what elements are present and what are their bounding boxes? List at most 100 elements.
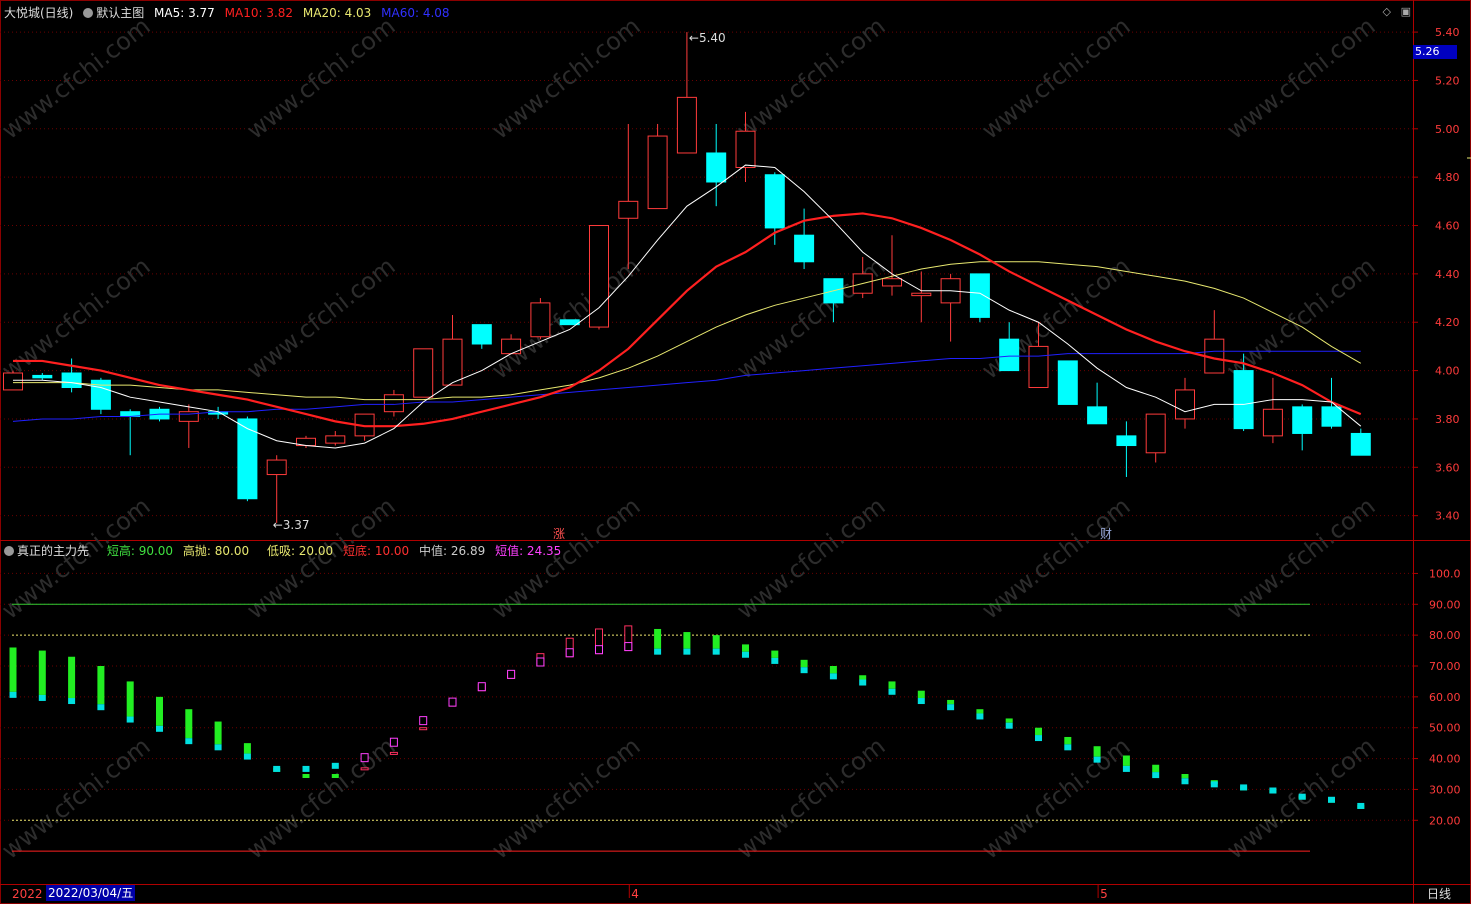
indicator-cap-down [1357, 802, 1365, 809]
watermark-text: www.cfchi.com [486, 732, 645, 865]
candle-down[interactable] [1116, 435, 1137, 447]
price-tick-label: 4.40 [1435, 268, 1460, 281]
candle-down[interactable] [61, 372, 82, 389]
indicator-cap-down [1210, 781, 1218, 788]
indicator-cap-down [683, 648, 691, 655]
candle-down[interactable] [1057, 360, 1078, 405]
watermark-text: www.cfchi.com [731, 12, 890, 145]
indicator-name[interactable]: 真正的主力先 [17, 544, 89, 558]
indicator-cap-up [448, 697, 457, 707]
candle-down[interactable] [1350, 432, 1371, 456]
candle-up[interactable] [647, 135, 668, 210]
indicator-bar-down [243, 743, 251, 754]
indicator-bar-down [185, 709, 193, 739]
watermark-text: www.cfchi.com [241, 732, 400, 865]
ind-tick-label: 90.00 [1429, 598, 1461, 611]
low-annotation: ←3.37 [273, 518, 310, 532]
candle-down[interactable] [764, 174, 785, 229]
indicator-cap-down [888, 688, 896, 695]
candle-up[interactable] [530, 302, 551, 338]
ind-tick-label: 20.00 [1429, 814, 1461, 827]
indicator-header: 真正的主力先 短高: 90.00 高抛: 80.00 低吸: 20.00 短底:… [4, 542, 567, 559]
candle-up[interactable] [1175, 389, 1195, 420]
stock-title[interactable]: 大悦城(日线) [4, 6, 73, 20]
indicator-cap-down [126, 716, 134, 723]
indicator-cap-down [1152, 772, 1160, 779]
indicator-bar-down [1152, 764, 1160, 773]
indicator-cap-up [536, 657, 545, 667]
high-throw-legend: 高抛: 80.00 [182, 544, 250, 558]
candle-down[interactable] [1233, 370, 1254, 430]
price-tick-label: 5.40 [1435, 26, 1460, 39]
diamond-icon[interactable]: ◇ [1383, 5, 1391, 18]
watermark-text: www.cfchi.com [0, 12, 155, 145]
candle-down[interactable] [1292, 406, 1313, 434]
period-button[interactable]: 日线 [1427, 886, 1451, 902]
candle-down[interactable] [32, 374, 53, 379]
indicator-cap-down [1298, 793, 1306, 800]
candle-up[interactable] [3, 372, 23, 391]
indicator-cap-down [1240, 784, 1248, 791]
candle-up[interactable] [1145, 413, 1166, 454]
indicator-bar-down [1181, 774, 1189, 779]
indicator-settings-icon[interactable] [4, 546, 14, 556]
candle-up[interactable] [676, 96, 697, 154]
candle-down[interactable] [794, 234, 815, 263]
price-tick-label: 3.40 [1435, 510, 1460, 523]
window-toggle-icon[interactable]: ▣ [1401, 5, 1411, 18]
time-tick-label: 4 [631, 887, 639, 901]
candle-up[interactable] [442, 338, 463, 386]
watermark-text: www.cfchi.com [976, 492, 1135, 625]
indicator-cap-down [829, 673, 837, 680]
settings-circle-icon[interactable] [83, 8, 94, 18]
candle-up[interactable] [589, 225, 609, 328]
candle-up[interactable] [1028, 345, 1049, 389]
candle-up[interactable] [501, 338, 522, 355]
ind-tick-label: 60.00 [1429, 691, 1461, 704]
candle-up[interactable] [735, 130, 756, 168]
watermark-text: www.cfchi.com [0, 252, 155, 385]
indicator-cap-down [273, 765, 281, 772]
indicator-bar-up [419, 727, 428, 731]
price-tick-label: 4.80 [1435, 171, 1460, 184]
indicator-cap-up [360, 753, 369, 763]
candle-down[interactable] [471, 324, 492, 345]
ma5-legend: MA5: 3.77 [154, 6, 215, 20]
indicator-cap-up [624, 642, 633, 652]
indicator-cap-down [654, 648, 662, 655]
candle-up[interactable] [1262, 408, 1283, 437]
ind-tick-label: 80.00 [1429, 629, 1461, 642]
indicator-cap-down [97, 704, 105, 711]
indicator-bar-up [389, 751, 398, 755]
indicator-cap-down [243, 753, 251, 760]
candle-up[interactable] [266, 459, 287, 476]
candle-down[interactable] [999, 338, 1020, 372]
candle-up[interactable] [882, 278, 902, 287]
candle-down[interactable] [969, 273, 990, 318]
ma20-line [13, 261, 1362, 401]
candle-down[interactable] [1087, 406, 1108, 425]
event-mark-zhang[interactable]: 涨 [553, 526, 565, 541]
candle-up[interactable] [618, 200, 639, 219]
watermark-text: www.cfchi.com [976, 732, 1135, 865]
indicator-cap-up [565, 648, 574, 658]
price-tick-label: 4.60 [1435, 220, 1460, 233]
cursor-date: 2022/03/04/五 [46, 885, 136, 901]
candle-up[interactable] [911, 292, 932, 297]
candle-up[interactable] [413, 348, 434, 398]
indicator-cap-down [38, 694, 46, 701]
event-mark-cai[interactable]: 财 [1100, 527, 1112, 541]
ma20-legend: MA20: 4.03 [302, 6, 372, 20]
candle-up[interactable] [325, 435, 346, 444]
candle-down[interactable] [1321, 406, 1342, 427]
chart-template[interactable]: 默认主图 [96, 6, 144, 20]
chart-canvas[interactable]: 5.40 5.20 5.00 4.80 4.60 4.40 4.20 4.00 3.80 3.60… [0, 0, 1471, 904]
indicator-cap-up [389, 737, 398, 747]
indicator-cap-down [1122, 765, 1130, 772]
indicator-cap-down [800, 667, 808, 674]
indicator-bar-down [126, 681, 134, 717]
watermark-text: www.cfchi.com [731, 492, 890, 625]
watermark-text: www.cfchi.com [731, 252, 890, 385]
candle-up[interactable] [383, 394, 404, 413]
candle-down[interactable] [706, 152, 727, 183]
